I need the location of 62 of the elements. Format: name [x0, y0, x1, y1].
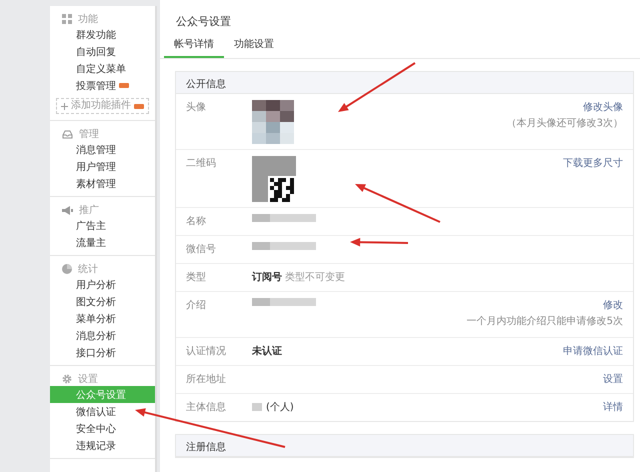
section-heading: 管理 — [79, 128, 99, 141]
field-label: 认证情况 — [186, 344, 227, 358]
menu-item[interactable]: 流量主 — [50, 234, 155, 251]
blurred-qr-code-image — [252, 156, 296, 202]
panel-heading: 注册信息 — [176, 435, 633, 457]
settings-icon — [62, 374, 72, 384]
menu-item[interactable]: 自动回复 — [50, 43, 155, 60]
section-heading: 推广 — [79, 204, 99, 217]
action-link[interactable]: 修改头像 — [583, 100, 623, 114]
redacted-text-bar — [252, 403, 262, 411]
hint-text: （本月头像还可修改3次） — [506, 116, 623, 130]
field-label: 主体信息 — [186, 400, 227, 414]
menu-item[interactable]: 广告主 — [50, 217, 155, 234]
field-value: 未认证 — [252, 344, 282, 358]
blurred-avatar-image — [252, 100, 294, 144]
menu-item[interactable]: 投票管理 — [50, 77, 155, 94]
action-link[interactable]: 详情 — [603, 400, 623, 414]
menu-item[interactable]: 微信认证 — [50, 403, 155, 420]
menu-item[interactable]: 安全中心 — [50, 420, 155, 437]
section-heading: 功能 — [78, 12, 98, 26]
field-label: 名称 — [186, 215, 207, 228]
section-heading: 设置 — [78, 372, 98, 386]
new-badge-icon — [119, 83, 129, 88]
pie-chart-icon — [62, 264, 72, 274]
menu-item[interactable]: 消息分析 — [50, 327, 155, 344]
field-label: 类型 — [186, 270, 207, 284]
menu-item[interactable]: 群发功能 — [50, 26, 155, 43]
menu-item[interactable]: 违规记录 — [50, 437, 155, 454]
action-link[interactable]: 设置 — [603, 372, 623, 386]
menu-item[interactable]: 用户管理 — [50, 158, 155, 175]
menu-item[interactable]: 用户分析 — [50, 276, 155, 293]
tray-icon — [62, 130, 73, 138]
annotation-arrow — [350, 238, 408, 246]
field-label: 二维码 — [186, 156, 217, 170]
section-heading: 统计 — [78, 262, 98, 276]
redacted-text-bar — [252, 298, 316, 306]
menu-item[interactable]: 消息管理 — [50, 141, 155, 158]
panel-heading: 公开信息 — [176, 72, 633, 94]
plus-icon — [61, 102, 68, 110]
field-label: 所在地址 — [186, 372, 227, 386]
field-value: 订阅号 类型不可变更 — [252, 270, 346, 284]
grid-icon — [62, 14, 72, 24]
tab[interactable]: 功能设置 — [224, 34, 284, 58]
megaphone-icon — [62, 206, 73, 214]
hint-text: 一个月内功能介绍只能申请修改5次 — [466, 314, 623, 328]
redacted-text-bar — [252, 214, 316, 222]
tab[interactable]: 帐号详情 — [164, 34, 224, 58]
menu-item[interactable]: 素材管理 — [50, 175, 155, 192]
field-value: (个人) — [266, 401, 294, 414]
new-badge-icon — [134, 104, 144, 108]
menu-item[interactable]: 接口分析 — [50, 344, 155, 361]
menu-item[interactable]: 菜单分析 — [50, 310, 155, 327]
action-link[interactable]: 申请微信认证 — [563, 344, 623, 358]
menu-item[interactable]: 图文分析 — [50, 293, 155, 310]
field-label: 微信号 — [186, 243, 217, 256]
action-link[interactable]: 修改 — [603, 298, 623, 312]
redacted-text-bar — [252, 242, 316, 250]
page-title: 公众号设置 — [175, 14, 232, 28]
field-label: 头像 — [186, 100, 207, 114]
menu-item[interactable]: 自定义菜单 — [50, 60, 155, 77]
field-label: 介绍 — [186, 299, 207, 312]
action-link[interactable]: 下载更多尺寸 — [563, 156, 623, 170]
